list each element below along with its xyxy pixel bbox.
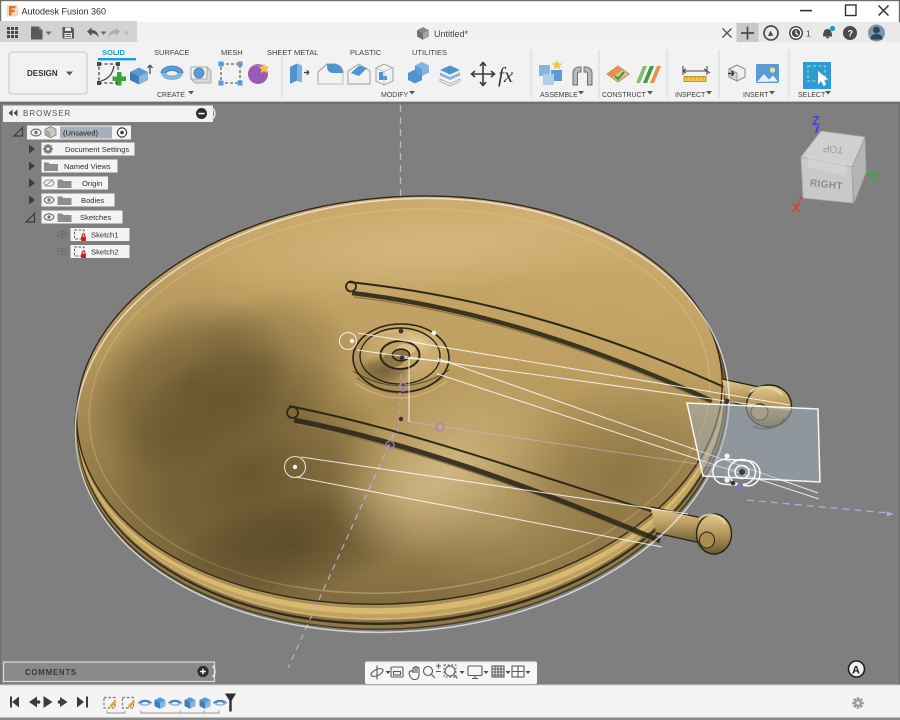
svg-text:MODIFY: MODIFY: [381, 92, 409, 99]
svg-text:SOLID: SOLID: [102, 48, 126, 57]
svg-text:COMMENTS: COMMENTS: [25, 668, 77, 677]
svg-text:TOP: TOP: [822, 142, 844, 155]
svg-text:BROWSER: BROWSER: [23, 109, 71, 118]
svg-text:Z: Z: [812, 113, 820, 128]
svg-text:Untitled*: Untitled*: [434, 29, 469, 39]
svg-text:UTILITIES: UTILITIES: [412, 48, 447, 57]
svg-text:Y: Y: [870, 169, 879, 184]
svg-text:1: 1: [806, 29, 811, 39]
svg-text:SHEET METAL: SHEET METAL: [267, 48, 318, 57]
svg-text:ASSEMBLE: ASSEMBLE: [540, 92, 578, 99]
svg-text:(Unsaved): (Unsaved): [63, 129, 98, 138]
svg-text:A: A: [852, 665, 860, 677]
svg-text:Document Settings: Document Settings: [65, 145, 129, 154]
svg-text:Sketch2: Sketch2: [91, 248, 118, 257]
svg-text:DESIGN: DESIGN: [27, 69, 58, 78]
svg-text:Named Views: Named Views: [64, 162, 111, 171]
svg-text:Sketch1: Sketch1: [91, 231, 118, 240]
svg-text:Sketches: Sketches: [80, 213, 111, 222]
svg-text:Bodies: Bodies: [81, 196, 104, 205]
svg-text:CREATE: CREATE: [157, 92, 185, 99]
svg-text:?: ?: [848, 28, 854, 38]
svg-text:fx: fx: [498, 63, 514, 87]
svg-text:PLASTIC: PLASTIC: [350, 48, 382, 57]
svg-text:Origin: Origin: [82, 179, 102, 188]
svg-text:INSERT: INSERT: [743, 92, 769, 99]
svg-text:CONSTRUCT: CONSTRUCT: [602, 92, 647, 99]
svg-text:X: X: [792, 200, 801, 215]
svg-text:Autodesk Fusion 360: Autodesk Fusion 360: [22, 6, 107, 16]
svg-text:SELECT: SELECT: [798, 92, 826, 99]
svg-text:MESH: MESH: [221, 48, 243, 57]
svg-text:SURFACE: SURFACE: [154, 48, 189, 57]
svg-text:INSPECT: INSPECT: [675, 92, 706, 99]
